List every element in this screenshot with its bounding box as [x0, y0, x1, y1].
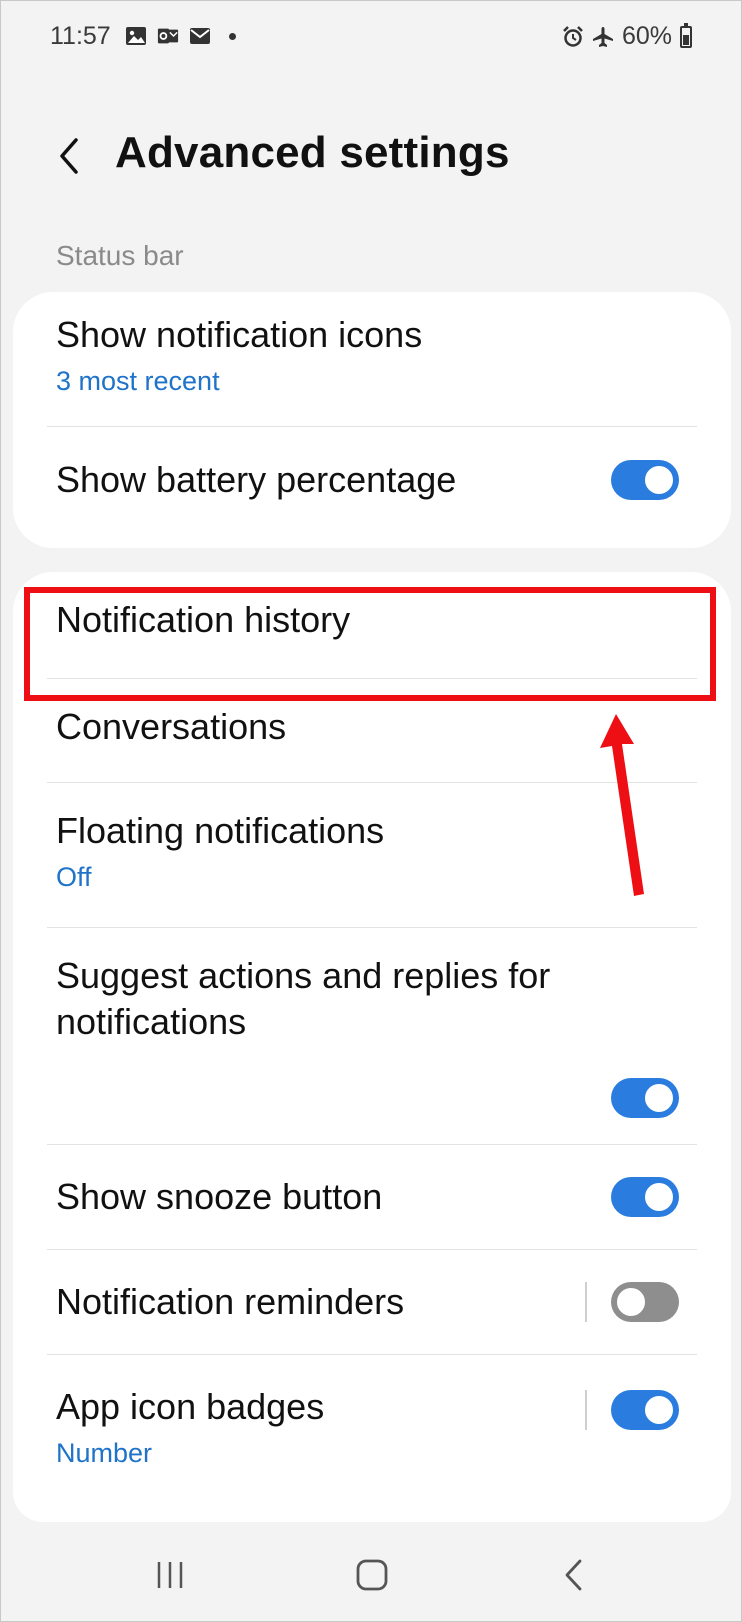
- row-subtitle: 3 most recent: [56, 366, 220, 396]
- row-title: Floating notifications: [56, 810, 385, 851]
- app-icon-badges-toggle[interactable]: [611, 1390, 679, 1430]
- status-right: 60%: [562, 22, 692, 51]
- image-icon: [125, 26, 147, 46]
- suggest-actions-toggle[interactable]: [611, 1078, 679, 1118]
- back-button[interactable]: [52, 134, 92, 178]
- battery-percentage-toggle[interactable]: [611, 460, 679, 500]
- annotation-arrow: [600, 714, 644, 896]
- row-title: Conversations: [56, 706, 287, 747]
- notification-dot-icon: [229, 32, 236, 40]
- vertical-separator: [585, 1390, 587, 1430]
- status-left-icons: [125, 26, 236, 46]
- chevron-left-icon: [60, 138, 78, 174]
- battery-percentage: 60%: [621, 22, 672, 50]
- navigation-bar: [0, 1530, 742, 1622]
- back-icon: [565, 1559, 582, 1591]
- status-bar-card: Show notification icons 3 most recent Sh…: [13, 292, 731, 548]
- show-snooze-button-row[interactable]: Show snooze button: [13, 1145, 731, 1249]
- show-battery-percentage-row[interactable]: Show battery percentage: [13, 427, 731, 548]
- row-title: Notification reminders: [56, 1281, 405, 1322]
- status-bar: 11:57 60%: [0, 0, 742, 76]
- row-title: Suggest actions and replies for notifica…: [56, 955, 551, 1042]
- row-title: Show snooze button: [56, 1176, 383, 1217]
- home-icon: [356, 1559, 388, 1591]
- row-subtitle: Off: [56, 862, 92, 892]
- suggest-actions-row[interactable]: Suggest actions and replies for notifica…: [13, 928, 731, 1144]
- app-icon-badges-row[interactable]: App icon badges Number: [13, 1355, 731, 1505]
- snooze-button-toggle[interactable]: [611, 1177, 679, 1217]
- airplane-icon: [592, 26, 614, 47]
- row-title: App icon badges: [56, 1386, 325, 1427]
- highlight-box: [24, 587, 716, 701]
- row-title: Show notification icons: [56, 314, 423, 355]
- nav-back-button[interactable]: [544, 1550, 604, 1600]
- recent-apps-icon: [157, 1562, 183, 1588]
- notification-reminders-row[interactable]: Notification reminders: [13, 1250, 731, 1354]
- row-subtitle: Number: [56, 1438, 153, 1468]
- recent-apps-button[interactable]: [140, 1550, 200, 1600]
- home-button[interactable]: [342, 1550, 402, 1600]
- notification-reminders-toggle[interactable]: [611, 1282, 679, 1322]
- mail-icon: [189, 26, 211, 46]
- alarm-icon: [562, 25, 584, 47]
- status-time: 11:57: [50, 22, 111, 50]
- outlook-icon: [157, 26, 179, 46]
- show-notification-icons-row[interactable]: Show notification icons 3 most recent: [13, 292, 731, 426]
- row-title: Show battery percentage: [56, 459, 457, 500]
- battery-icon: [680, 22, 692, 48]
- page-title: Advanced settings: [115, 128, 510, 177]
- vertical-separator: [585, 1282, 587, 1322]
- app-header: Advanced settings: [0, 110, 742, 200]
- section-label-status-bar: Status bar: [56, 240, 184, 271]
